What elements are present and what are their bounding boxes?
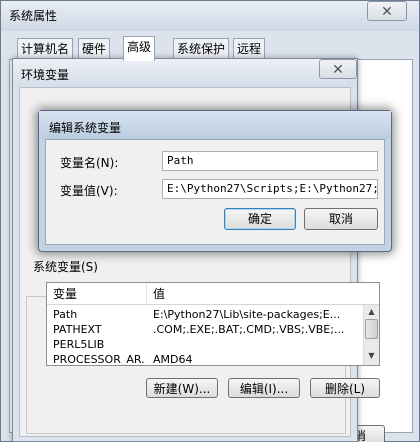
column-header-variable[interactable]: 变量 — [47, 283, 147, 305]
variable-value-label: 变量值(V): — [60, 184, 118, 198]
table-row[interactable]: PERL5LIB — [47, 337, 363, 352]
system-variables-label: 系统变量(S) — [30, 258, 101, 275]
close-button[interactable]: ✕ — [319, 59, 357, 79]
table-row[interactable]: PROCESSOR_AR... AMD64 — [47, 352, 363, 365]
scroll-up-arrow-icon[interactable]: ▲ — [364, 305, 379, 319]
window-title: 系统属性 — [9, 9, 58, 23]
row-value: AMD64 — [153, 353, 193, 365]
delete-button[interactable]: 删除(L) — [310, 378, 380, 398]
environment-variables-titlebar[interactable]: 环境变量 ✕ — [13, 59, 357, 87]
tab-hardware[interactable]: 硬件 — [78, 38, 111, 60]
table-row[interactable]: Path E:\Python27\Lib\site-packages;E... — [47, 307, 363, 322]
row-variable: PROCESSOR_AR... — [53, 353, 145, 365]
row-variable: PATHEXT — [53, 323, 102, 336]
variable-value-input[interactable]: E:\Python27\Scripts;E:\Python27;F:\ — [162, 179, 378, 199]
close-button[interactable]: ✕ — [367, 1, 407, 21]
system-properties-titlebar[interactable]: 系统属性 ✕ — [1, 1, 419, 31]
table-row[interactable]: PATHEXT .COM;.EXE;.BAT;.CMD;.VBS;.VBE;..… — [47, 322, 363, 337]
tab-computer-name[interactable]: 计算机名 — [17, 38, 74, 60]
ok-button[interactable]: 确定 — [224, 208, 296, 230]
vertical-scrollbar[interactable]: ▲ ▼ — [363, 305, 379, 365]
row-variable: Path — [53, 308, 78, 321]
tab-system-protection[interactable]: 系统保护 — [173, 38, 230, 60]
close-icon: ✕ — [332, 62, 344, 78]
window-title: 环境变量 — [21, 68, 70, 82]
variable-name-label: 变量名(N): — [60, 156, 119, 170]
column-header-value[interactable]: 值 — [147, 283, 379, 305]
scroll-down-arrow-icon[interactable]: ▼ — [364, 349, 379, 363]
new-button[interactable]: 新建(W)... — [146, 378, 218, 398]
cancel-button[interactable]: 取消 — [304, 208, 378, 230]
tab-advanced[interactable]: 高级 — [123, 36, 156, 61]
edit-dialog-titlebar[interactable]: 编辑系统变量 — [39, 111, 391, 139]
dialog-title: 编辑系统变量 — [49, 121, 122, 135]
scroll-thumb[interactable] — [365, 319, 378, 339]
list-header: 变量 值 — [47, 283, 379, 305]
tab-remote[interactable]: 远程 — [233, 38, 266, 60]
edit-button[interactable]: 编辑(I)... — [228, 378, 300, 398]
variable-name-input[interactable]: Path — [162, 151, 378, 171]
row-variable: PERL5LIB — [53, 338, 105, 351]
close-icon: ✕ — [381, 4, 393, 20]
row-value: E:\Python27\Lib\site-packages;E... — [153, 308, 341, 321]
system-variables-list[interactable]: 变量 值 Path E:\Python27\Lib\site-packages;… — [46, 282, 380, 366]
row-value: .COM;.EXE;.BAT;.CMD;.VBS;.VBE;... — [153, 323, 345, 336]
edit-dialog-body: 变量名(N): Path 变量值(V): E:\Python27\Scripts… — [45, 139, 385, 245]
edit-system-variable-dialog: 编辑系统变量 变量名(N): Path 变量值(V): E:\Python27\… — [38, 110, 392, 252]
